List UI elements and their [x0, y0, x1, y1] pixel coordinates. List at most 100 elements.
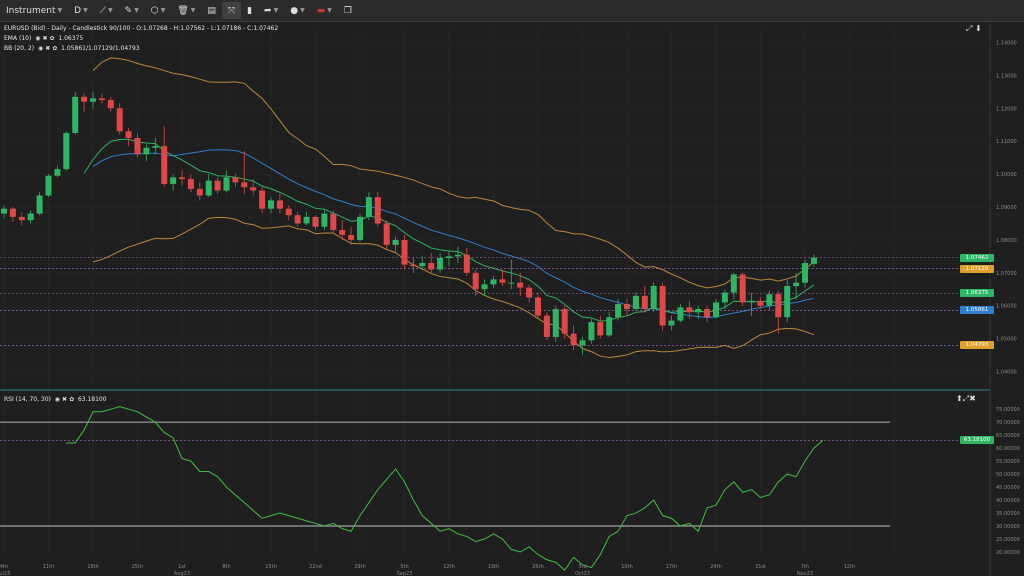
gear-icon[interactable]: ✿	[50, 35, 55, 42]
instrument-label: Instrument	[6, 5, 56, 16]
close-icon[interactable]: ✖	[62, 396, 67, 403]
candle-body	[490, 279, 497, 285]
candle-body	[472, 272, 479, 290]
chart-canvas[interactable]: 1.14000 1.13000 1.12000 1.11000 1.10000 1.090…	[0, 22, 1024, 576]
eye-icon[interactable]: ◉	[38, 45, 43, 52]
y-tick-label: 1.07000	[996, 271, 1017, 277]
share-button[interactable]: ➦ ▼	[258, 0, 284, 21]
chevron-down-icon: ▼	[57, 7, 63, 14]
price-badge: 1.06375	[960, 289, 994, 298]
candle-body	[704, 309, 711, 318]
main-panel-controls: ⤢ ⬇	[966, 24, 982, 34]
candle-body	[775, 294, 782, 318]
candle-body	[285, 208, 292, 216]
candle-body	[187, 179, 194, 189]
x-tick-sublabel: Nov23	[797, 571, 813, 576]
candle-body	[116, 108, 123, 132]
candle-body	[383, 223, 390, 245]
candle-body	[357, 216, 363, 240]
shapes-button[interactable]: ⬡ ▼	[145, 0, 171, 21]
crosshair-button[interactable]: ⟋ ▼	[94, 0, 119, 21]
interval-menu[interactable]: D ▼	[68, 0, 94, 21]
candle-body	[214, 180, 221, 191]
x-tick-label: 19th	[488, 564, 500, 570]
chevron-down-icon: ▼	[160, 7, 166, 14]
rsi-badge: 63.18100	[960, 436, 994, 445]
fit-button[interactable]: ⤧	[221, 2, 242, 19]
x-tick-label: 7th	[801, 564, 809, 570]
draw-tool-icon: ✎	[124, 5, 133, 16]
candle-body	[259, 190, 266, 209]
candle-body	[348, 234, 355, 240]
bar-chart-button[interactable]: ▮	[241, 0, 258, 21]
candle-body	[624, 304, 630, 310]
chevron-down-icon: ▼	[327, 7, 332, 14]
candle-body	[454, 254, 461, 257]
y-tick-label: 1.09000	[996, 205, 1017, 211]
rsi-y-tick-label: 60.00000	[996, 446, 1020, 452]
eye-icon[interactable]: ◉	[35, 35, 40, 42]
candle-body	[677, 307, 684, 321]
candle-body	[615, 304, 622, 318]
move-down-icon[interactable]: ⬇	[975, 24, 982, 33]
draw-tool-button[interactable]: ✎ ▼	[119, 0, 145, 21]
x-tick-sublabel: Aug23	[174, 571, 190, 576]
candle-body	[374, 197, 381, 224]
candle-body	[535, 297, 541, 316]
candle-body	[312, 216, 319, 227]
expand-icon[interactable]: ⤢	[966, 24, 972, 33]
candle-body	[793, 282, 800, 286]
rsi-y-tick-label: 20.00000	[996, 550, 1020, 556]
bar-chart-icon: ▮	[247, 5, 253, 16]
candle-body	[54, 169, 61, 176]
candle-body	[499, 279, 506, 283]
rsi-value: 63.18100	[77, 396, 107, 403]
candle-body	[294, 215, 301, 224]
window-button[interactable]: ❐	[338, 0, 358, 21]
fit-icon: ⤧	[227, 5, 236, 16]
candle-body	[339, 230, 346, 235]
chevron-down-icon: ▼	[83, 7, 88, 14]
y-tick-label: 1.10000	[996, 172, 1017, 178]
candle-body	[392, 239, 399, 245]
x-tick-label: 29th	[354, 564, 366, 570]
candle-body	[410, 264, 417, 267]
close-icon[interactable]: ✖	[45, 45, 50, 52]
palette-button[interactable]: ● ▼	[284, 0, 310, 21]
bb-middle-line	[92, 149, 815, 319]
gear-icon[interactable]: ✿	[52, 45, 57, 52]
x-tick-label: 18th	[87, 564, 99, 570]
bb-value: 1.05861/1.07129/1.04793	[61, 45, 140, 52]
candle-body	[196, 188, 203, 196]
candle-body	[508, 282, 515, 284]
close-icon[interactable]: ✖	[969, 394, 976, 403]
flag-button[interactable]: ▬ ▼	[311, 0, 338, 21]
candle-body	[161, 146, 168, 184]
price-badge: 1.05861	[960, 306, 994, 315]
candle-body	[63, 132, 70, 170]
move-up-icon[interactable]: ⬆	[956, 394, 963, 403]
eye-icon[interactable]: ◉	[55, 396, 60, 403]
candle-body	[98, 98, 105, 101]
layout-button[interactable]: ▤	[201, 0, 222, 21]
candle-body	[739, 274, 746, 303]
price-badge: 1.04793	[960, 341, 994, 350]
ema-legend: EMA (10) ◉ ✖ ✿ 1.06375	[4, 34, 278, 44]
candle-body	[143, 147, 150, 155]
instrument-menu[interactable]: Instrument ▼	[0, 0, 68, 21]
share-icon: ➦	[264, 5, 272, 16]
rsi-y-tick-label: 25.00000	[996, 537, 1020, 543]
window-icon: ❐	[343, 5, 352, 16]
gear-icon[interactable]: ✿	[69, 396, 74, 403]
candle-body	[802, 262, 808, 283]
candle-body	[597, 322, 604, 336]
trash-button[interactable]: 🗑 ▼	[171, 0, 201, 21]
candle-body	[606, 317, 613, 336]
candle-body	[268, 200, 274, 209]
chart-area[interactable]: 1.14000 1.13000 1.12000 1.11000 1.10000 1.090…	[0, 22, 1024, 576]
toolbar: Instrument ▼ D ▼ ⟋ ▼ ✎ ▼ ⬡ ▼ 🗑 ▼ ▤ ⤧ ▮ ➦ ▼ ● ▼ ▬…	[0, 0, 1024, 22]
bb-upper-line	[92, 57, 815, 289]
candle-body	[668, 320, 675, 326]
candle-body	[18, 216, 25, 221]
close-icon[interactable]: ✖	[42, 35, 47, 42]
